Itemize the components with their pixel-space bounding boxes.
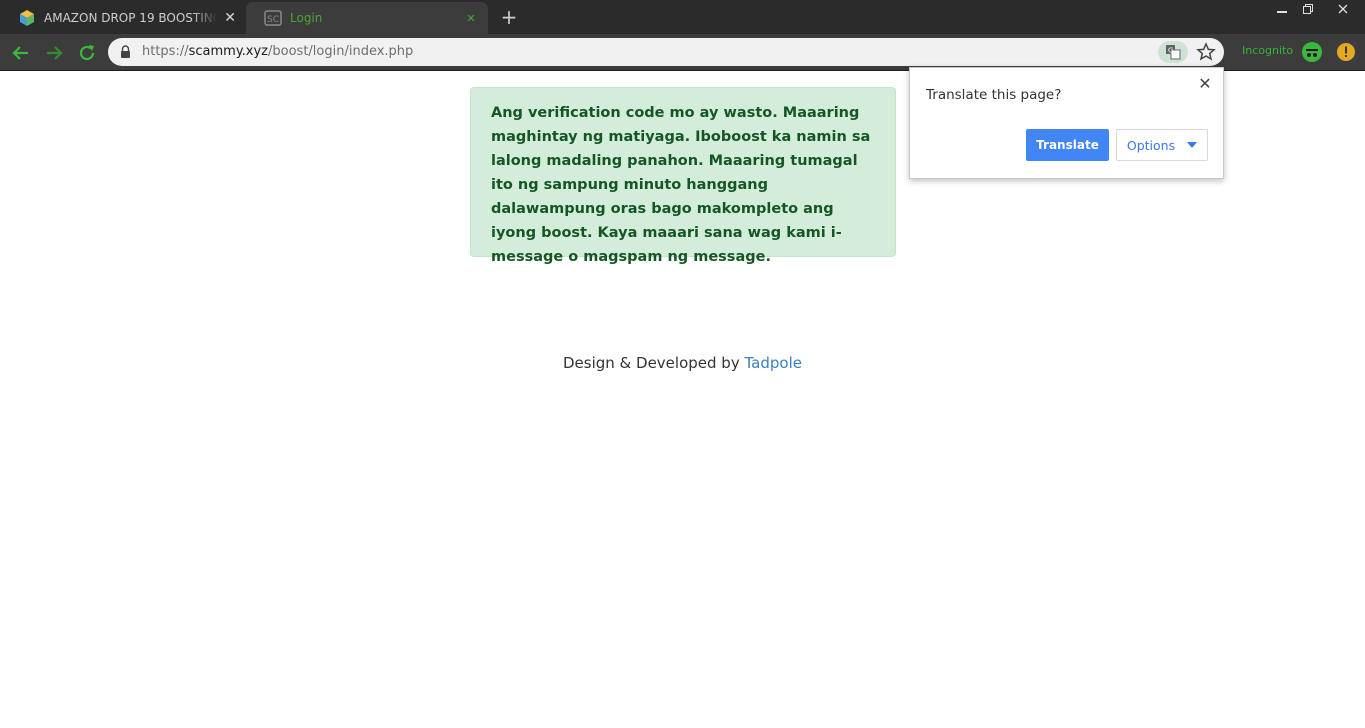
url-path: /boost/login/index.php (268, 44, 414, 59)
reload-icon[interactable] (76, 42, 98, 64)
url-host: scammy.xyz (188, 44, 269, 59)
success-alert: Ang verification code mo ay wasto. Maaar… (470, 87, 896, 265)
url-text: https://scammy.xyz/boost/login/index.php (142, 44, 414, 59)
incognito-label: Incognito (1242, 44, 1294, 57)
translate-popup-title: Translate this page? (926, 87, 1062, 103)
translate-popup: Translate this page? ✕ Translate Options (909, 67, 1224, 179)
new-tab-button[interactable]: + (498, 6, 520, 28)
lock-icon (121, 45, 130, 58)
cube-icon (20, 10, 34, 26)
tab-login[interactable]: SC Login ✕ (246, 2, 488, 34)
tab-close-icon[interactable]: ✕ (464, 11, 478, 25)
options-button-label: Options (1126, 137, 1176, 153)
tab-title: AMAZON DROP 19 BOOSTING TEAM (44, 11, 219, 25)
tab-amazon-drop[interactable]: AMAZON DROP 19 BOOSTING TEAM ✕ (0, 2, 246, 34)
window-controls (1269, 0, 1365, 18)
incognito-icon[interactable] (1301, 41, 1323, 63)
svg-text:G: G (1168, 47, 1173, 55)
page-footer: Design & Developed by Tadpole (0, 354, 1365, 372)
back-arrow-icon[interactable] (10, 42, 32, 64)
minimize-icon[interactable] (1269, 0, 1295, 18)
tab-title: Login (290, 11, 323, 25)
translate-icon[interactable]: G (1158, 41, 1188, 63)
browser-toolbar: https://scammy.xyz/boost/login/index.php… (0, 34, 1365, 71)
footer-link-tadpole[interactable]: Tadpole (744, 354, 802, 372)
close-icon[interactable]: ✕ (1197, 76, 1213, 92)
bookmark-star-icon[interactable] (1196, 42, 1216, 62)
address-bar[interactable]: https://scammy.xyz/boost/login/index.php… (108, 38, 1224, 66)
forward-arrow-icon[interactable] (43, 42, 65, 64)
close-window-icon[interactable] (1321, 0, 1365, 18)
svg-text:SC: SC (267, 15, 279, 25)
sc-logo-icon: SC (264, 10, 282, 26)
options-button[interactable]: Options (1116, 129, 1208, 161)
footer-text: Design & Developed by (563, 354, 740, 372)
chevron-down-icon (1187, 142, 1198, 148)
browser-titlebar: AMAZON DROP 19 BOOSTING TEAM ✕ SC Login … (0, 0, 1365, 34)
alert-icon[interactable] (1336, 42, 1356, 62)
restore-icon[interactable] (1295, 0, 1321, 18)
tab-close-icon[interactable]: ✕ (224, 10, 236, 26)
translate-button[interactable]: Translate (1026, 129, 1109, 161)
